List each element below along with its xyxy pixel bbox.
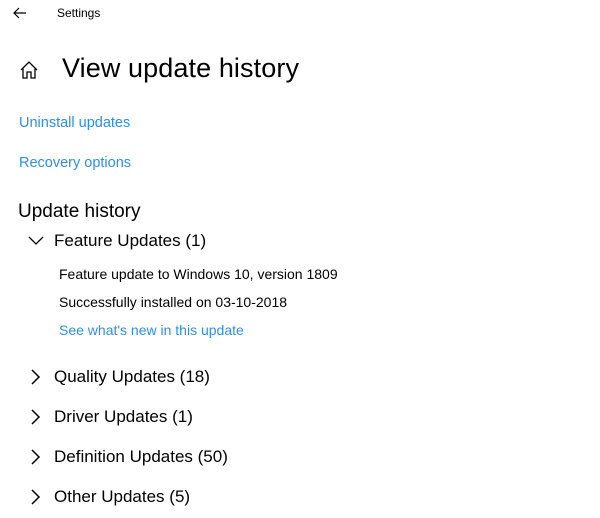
update-name: Feature update to Windows 10, version 18… (59, 266, 338, 282)
group-quality-updates[interactable]: Quality Updates (18) (26, 365, 210, 389)
chevron-right-icon (31, 449, 41, 465)
group-feature-updates[interactable]: Feature Updates (1) (26, 229, 206, 253)
window-title: Settings (57, 6, 101, 20)
group-label: Definition Updates (50) (54, 447, 228, 466)
chevron-down-icon (28, 236, 44, 245)
group-other-updates[interactable]: Other Updates (5) (26, 485, 190, 509)
group-label: Driver Updates (1) (54, 407, 193, 426)
chevron-right-icon (31, 369, 41, 385)
home-icon (20, 61, 38, 79)
chevron-right-icon (31, 489, 41, 505)
group-definition-updates[interactable]: Definition Updates (50) (26, 445, 228, 469)
arrow-left-icon (13, 7, 26, 19)
group-driver-updates[interactable]: Driver Updates (1) (26, 405, 193, 429)
section-title-update-history: Update history (18, 201, 141, 222)
group-label: Other Updates (5) (54, 487, 191, 506)
recovery-options-link[interactable]: Recovery options (19, 155, 131, 171)
update-status: Successfully installed on 03-10-2018 (59, 294, 288, 310)
back-button[interactable] (10, 3, 30, 23)
chevron-right-icon (31, 409, 41, 425)
page-title: View update history (62, 53, 300, 83)
group-label: Feature Updates (1) (54, 231, 207, 250)
group-label: Quality Updates (18) (54, 367, 210, 386)
home-button[interactable] (19, 60, 39, 80)
whats-new-link[interactable]: See what's new in this update (59, 322, 244, 338)
uninstall-updates-link[interactable]: Uninstall updates (19, 115, 130, 131)
